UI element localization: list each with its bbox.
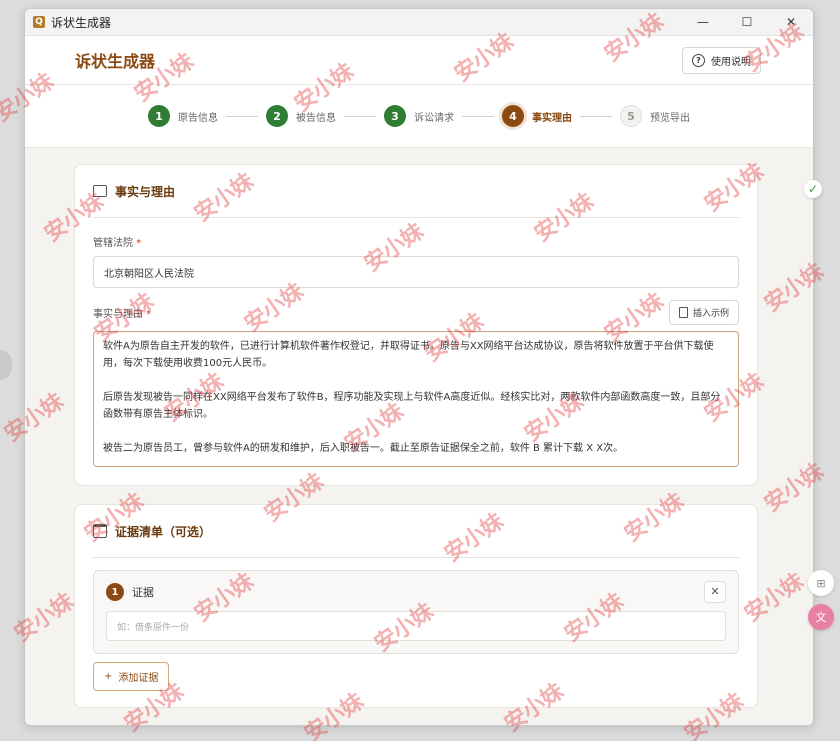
plus-icon: + (104, 671, 113, 682)
evidence-input[interactable]: 如：借条原件一份 (106, 611, 726, 641)
floating-tools: ⊞ 文 (808, 570, 834, 630)
check-icon[interactable]: ✓ (804, 180, 822, 198)
minimize-button[interactable]: — (681, 9, 725, 35)
step-label: 事实理由 (532, 112, 572, 124)
folder-icon (93, 524, 107, 538)
step-number: 4 (502, 105, 524, 127)
insert-example-button[interactable]: 插入示例 (668, 300, 739, 325)
step-connector (344, 115, 376, 117)
step-label: 预览导出 (650, 112, 690, 124)
maximize-button[interactable]: ☐ (725, 9, 769, 35)
facts-textarea[interactable]: 软件A为原告自主开发的软件，已进行计算机软件著作权登记，并取得证书。原告与XX网… (93, 331, 739, 467)
evidence-card: 证据清单（可选） 1 证据 ✕ 如：借条原件一份 + 添加证据 (74, 504, 758, 708)
help-button[interactable]: ? 使用说明 (682, 46, 761, 74)
apps-icon[interactable]: ⊞ (808, 570, 834, 596)
facts-paragraph: 后原告发现被告一同样在XX网络平台发布了软件B，程序功能及实现上与软件A高度近似… (103, 392, 721, 420)
step-number: 5 (620, 105, 642, 127)
step-number: 1 (148, 105, 170, 127)
step-preview[interactable]: 5 预览导出 (620, 105, 690, 127)
card-header: 事实与理由 (93, 165, 739, 218)
court-label: 管辖法院 * (93, 238, 142, 249)
add-evidence-label: 添加证据 (118, 673, 159, 684)
app-header: 诉状生成器 ? 使用说明 (25, 36, 813, 85)
court-input[interactable]: 北京朝阳区人民法院 (93, 256, 739, 288)
app-icon: Q (33, 16, 45, 28)
card-header: 证据清单（可选） (93, 505, 739, 558)
add-evidence-button[interactable]: + 添加证据 (93, 662, 170, 691)
step-label: 诉讼请求 (414, 112, 454, 124)
step-number: 3 (384, 105, 406, 127)
insert-example-label: 插入示例 (692, 309, 729, 319)
step-label: 原告信息 (178, 112, 218, 124)
evidence-item: 1 证据 ✕ 如：借条原件一份 (93, 570, 739, 654)
evidence-label: 证据 (132, 586, 154, 599)
facts-section-title: 事实与理由 (115, 184, 176, 199)
remove-evidence-button[interactable]: ✕ (704, 581, 726, 603)
window-controls: — ☐ ✕ (681, 9, 813, 35)
step-number: 2 (266, 105, 288, 127)
evidence-number: 1 (106, 583, 124, 601)
facts-card: 事实与理由 管辖法院 * 北京朝阳区人民法院 事实与理由 * 插入示例 软件A为… (74, 164, 758, 486)
app-title: 诉状生成器 (75, 52, 156, 71)
help-label: 使用说明 (711, 56, 751, 68)
step-connector (580, 115, 612, 117)
translate-icon[interactable]: 文 (808, 604, 834, 630)
step-connector (462, 115, 494, 117)
step-label: 被告信息 (296, 112, 336, 124)
facts-label-row: 事实与理由 * 插入示例 (93, 300, 739, 325)
main-content: 事实与理由 管辖法院 * 北京朝阳区人民法院 事实与理由 * 插入示例 软件A为… (25, 146, 813, 725)
close-button[interactable]: ✕ (769, 9, 813, 35)
evidence-section-title: 证据清单（可选） (115, 524, 212, 539)
document-icon (678, 307, 688, 318)
window-title: 诉状生成器 (51, 15, 112, 30)
facts-paragraph: 软件A为原告自主开发的软件，已进行计算机软件著作权登记，并取得证书。原告与XX网… (103, 341, 714, 369)
step-defendant[interactable]: 2 被告信息 (266, 105, 336, 127)
step-facts[interactable]: 4 事实理由 (502, 105, 572, 127)
step-claims[interactable]: 3 诉讼请求 (384, 105, 454, 127)
step-plaintiff[interactable]: 1 原告信息 (148, 105, 218, 127)
facts-paragraph: 被告二为原告员工，曾参与软件A的研发和维护，后入职被告一。截止至原告证据保全之前… (103, 443, 624, 454)
stepper: 1 原告信息 2 被告信息 3 诉讼请求 4 事实理由 5 预览导出 (25, 85, 813, 148)
step-connector (226, 115, 258, 117)
app-window: Q 诉状生成器 — ☐ ✕ 诉状生成器 ? 使用说明 1 原告信息 2 被告信息… (24, 8, 814, 726)
chat-icon (93, 185, 107, 197)
question-circle-icon: ? (692, 53, 705, 67)
side-handle[interactable] (0, 350, 12, 380)
title-bar: Q 诉状生成器 — ☐ ✕ (25, 9, 813, 36)
facts-label: 事实与理由 * (93, 309, 152, 320)
